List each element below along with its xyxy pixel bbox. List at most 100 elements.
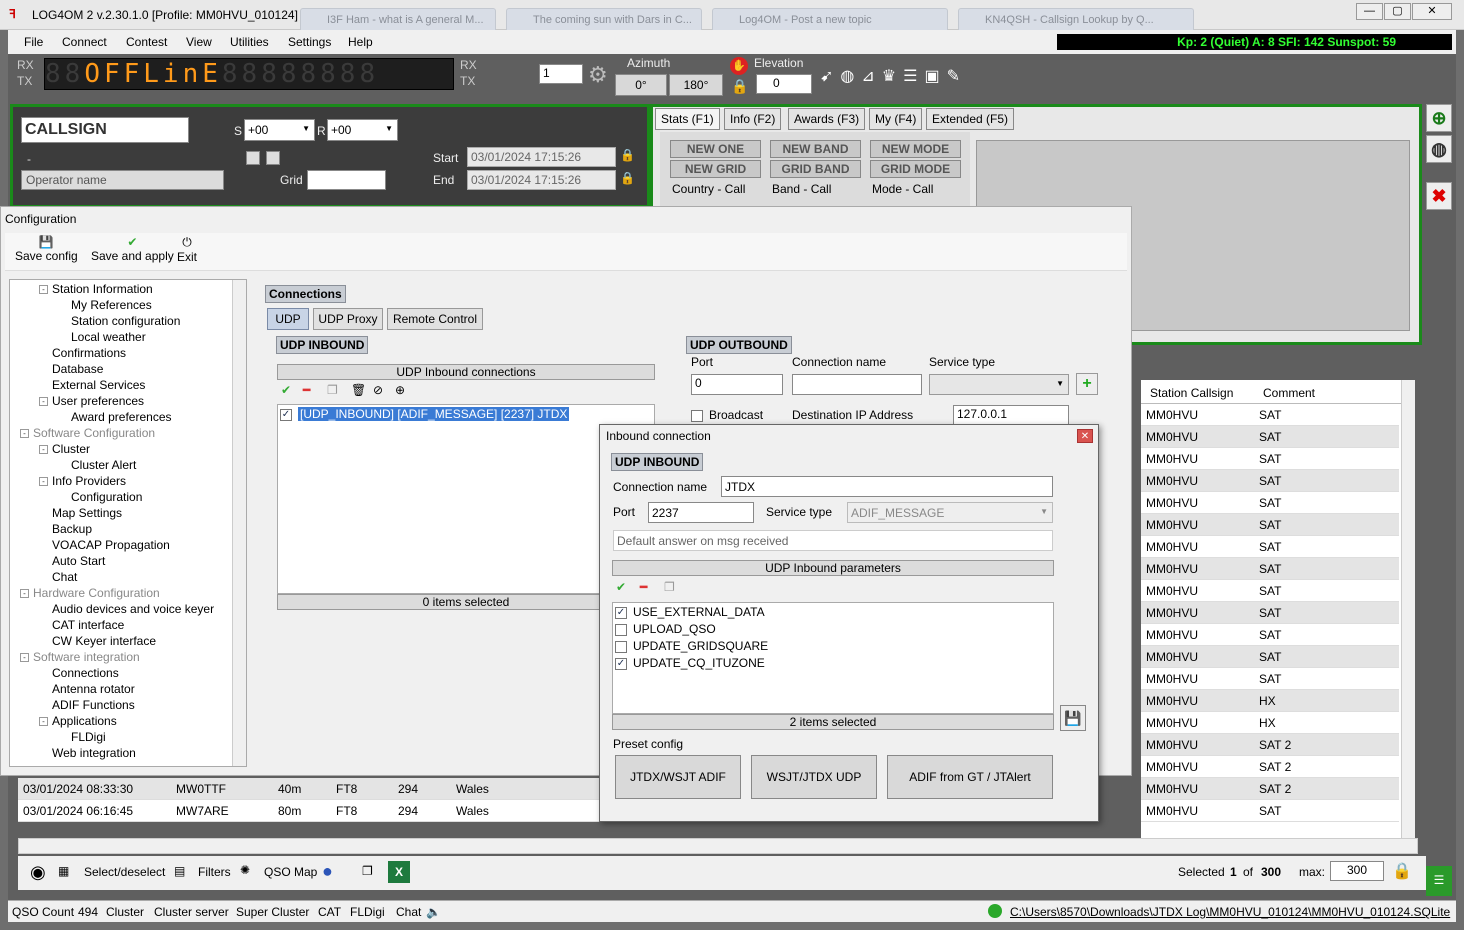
- tree-item[interactable]: - User preferences: [39, 394, 144, 408]
- table-row[interactable]: MM0HVU HX: [1141, 712, 1399, 734]
- table-row[interactable]: MM0HVU HX: [1141, 690, 1399, 712]
- check-icon[interactable]: ✔: [616, 580, 626, 594]
- table-row[interactable]: MM0HVU SAT: [1141, 470, 1399, 492]
- table-row[interactable]: MM0HVU SAT: [1141, 492, 1399, 514]
- table-row[interactable]: MM0HVU SAT: [1141, 668, 1399, 690]
- checkbox[interactable]: ✓: [615, 657, 627, 670]
- tab-my[interactable]: My (F4): [869, 108, 923, 130]
- table-row[interactable]: MM0HVU SAT: [1141, 448, 1399, 470]
- pen-icon[interactable]: ✎: [947, 68, 967, 85]
- select-deselect-button[interactable]: Select/deselect: [84, 865, 165, 879]
- table-row[interactable]: MM0HVU SAT: [1141, 536, 1399, 558]
- collapse-icon[interactable]: -: [39, 397, 48, 407]
- status-cluster-server[interactable]: Cluster server: [154, 905, 229, 919]
- menu-utilities[interactable]: Utilities: [230, 35, 269, 49]
- excel-icon[interactable]: X: [388, 861, 410, 883]
- new-one-button[interactable]: NEW ONE: [670, 140, 761, 158]
- table-row[interactable]: MM0HVU SAT: [1141, 624, 1399, 646]
- gear-icon[interactable]: ⚙: [588, 62, 608, 88]
- collapse-icon[interactable]: -: [39, 445, 48, 455]
- tree-item[interactable]: Chat: [39, 570, 77, 584]
- tree-item[interactable]: Configuration: [58, 490, 142, 504]
- tree-item[interactable]: CW Keyer interface: [39, 634, 156, 648]
- status-super-cluster[interactable]: Super Cluster: [236, 905, 309, 919]
- new-mode-button[interactable]: NEW MODE: [870, 140, 961, 158]
- azimuth-long[interactable]: 180°: [669, 74, 723, 96]
- lock-icon[interactable]: 🔒: [731, 78, 748, 95]
- tree-item[interactable]: Confirmations: [39, 346, 126, 360]
- outbound-name-input[interactable]: [792, 374, 922, 395]
- tree-item[interactable]: Antenna rotator: [39, 682, 135, 696]
- broadcast-checkbox[interactable]: Broadcast: [691, 408, 763, 422]
- table-row[interactable]: MM0HVU SAT: [1141, 426, 1399, 448]
- tree-item[interactable]: Cluster Alert: [58, 458, 136, 472]
- tree-item[interactable]: Auto Start: [39, 554, 105, 568]
- collapse-icon[interactable]: -: [39, 717, 48, 727]
- start-time-input[interactable]: 03/01/2024 17:15:26: [467, 147, 616, 167]
- color-swatch[interactable]: [246, 151, 260, 165]
- menu-connect[interactable]: Connect: [62, 35, 107, 49]
- collapse-icon[interactable]: -: [20, 589, 29, 599]
- tree-item[interactable]: Map Settings: [39, 506, 122, 520]
- menu-contest[interactable]: Contest: [126, 35, 167, 49]
- operator-input[interactable]: Operator name: [21, 170, 224, 190]
- rst-rcvd-select[interactable]: +00 ▼: [327, 119, 398, 141]
- copy-icon[interactable]: ❐: [664, 580, 675, 594]
- new-grid-button[interactable]: NEW GRID: [670, 160, 761, 178]
- vertical-scrollbar[interactable]: [1401, 380, 1415, 840]
- copy-icon[interactable]: ❐: [327, 383, 338, 397]
- tree-item[interactable]: - Hardware Configuration: [20, 586, 160, 600]
- minimize-button[interactable]: —: [1356, 3, 1383, 20]
- status-chat[interactable]: Chat: [396, 905, 421, 919]
- table-row[interactable]: MM0HVU SAT: [1141, 404, 1399, 426]
- column-header[interactable]: Comment: [1263, 386, 1315, 400]
- tree-item[interactable]: VOACAP Propagation: [39, 538, 170, 552]
- menu-file[interactable]: File: [24, 35, 43, 49]
- tree-item[interactable]: External Services: [39, 378, 145, 392]
- default-answer-input[interactable]: Default answer on msg received: [613, 530, 1053, 551]
- new-band-button[interactable]: NEW BAND: [770, 140, 861, 158]
- google-earth-icon[interactable]: ●: [322, 861, 333, 882]
- tree-item[interactable]: Connections: [39, 666, 119, 680]
- color-swatch[interactable]: [266, 151, 280, 165]
- grid-band-button[interactable]: GRID BAND: [770, 160, 861, 178]
- server-icon[interactable]: ☰: [903, 68, 924, 85]
- award-icon[interactable]: ♛: [882, 68, 903, 85]
- qso-map-button[interactable]: QSO Map: [264, 865, 317, 879]
- list-item[interactable]: ✓ [UDP_INBOUND] [ADIF_MESSAGE] [2237] JTD…: [280, 407, 654, 423]
- tree-scrollbar[interactable]: [232, 280, 246, 766]
- compass-icon[interactable]: ⊘: [373, 383, 383, 397]
- tree-item[interactable]: - Software integration: [20, 650, 140, 664]
- max-input[interactable]: 300: [1330, 861, 1384, 881]
- speaker-icon[interactable]: 🔈: [426, 905, 441, 919]
- table-row[interactable]: MM0HVU SAT 2: [1141, 778, 1399, 800]
- param-item[interactable]: ✓ UPDATE_CQ_ITUZONE: [615, 656, 765, 670]
- lock-icon[interactable]: 🔒: [620, 171, 635, 185]
- stop-icon[interactable]: ✋: [730, 57, 748, 75]
- table-row[interactable]: MM0HVU SAT 2: [1141, 734, 1399, 756]
- checkbox[interactable]: ✓: [615, 606, 627, 619]
- tree-item[interactable]: Station configuration: [58, 314, 180, 328]
- collapse-icon[interactable]: -: [39, 285, 48, 295]
- exit-button[interactable]: ⏻ Exit: [177, 235, 197, 264]
- add-icon[interactable]: ⊕: [1426, 104, 1452, 132]
- param-item[interactable]: ✓ USE_EXTERNAL_DATA: [615, 605, 765, 619]
- status-fldigi[interactable]: FLDigi: [350, 905, 385, 919]
- end-time-input[interactable]: 03/01/2024 17:15:26: [467, 170, 616, 190]
- save-icon[interactable]: 💾: [1060, 705, 1086, 731]
- outbound-service-select[interactable]: ▼: [929, 374, 1069, 395]
- grid-mode-button[interactable]: GRID MODE: [870, 160, 961, 178]
- add-outbound-button[interactable]: +: [1076, 373, 1098, 395]
- port-input[interactable]: 2237: [648, 502, 754, 523]
- checkbox[interactable]: ✓: [280, 408, 292, 421]
- preset-adif-gt-jtalert-button[interactable]: ADIF from GT / JTAlert: [887, 755, 1053, 799]
- table-row[interactable]: 03/01/2024 08:33:30 MW0TTF 40m FT8 294 Wales: [18, 778, 601, 800]
- collapse-icon[interactable]: -: [39, 477, 48, 487]
- collapse-icon[interactable]: -: [20, 429, 29, 439]
- tree-item[interactable]: - Station Information: [39, 282, 153, 296]
- table-row[interactable]: MM0HVU SAT: [1141, 602, 1399, 624]
- radio-icon[interactable]: ▣: [924, 68, 946, 85]
- window-icon[interactable]: ❐: [362, 864, 373, 878]
- menu-help[interactable]: Help: [348, 35, 373, 49]
- tab-stats[interactable]: Stats (F1): [655, 108, 720, 130]
